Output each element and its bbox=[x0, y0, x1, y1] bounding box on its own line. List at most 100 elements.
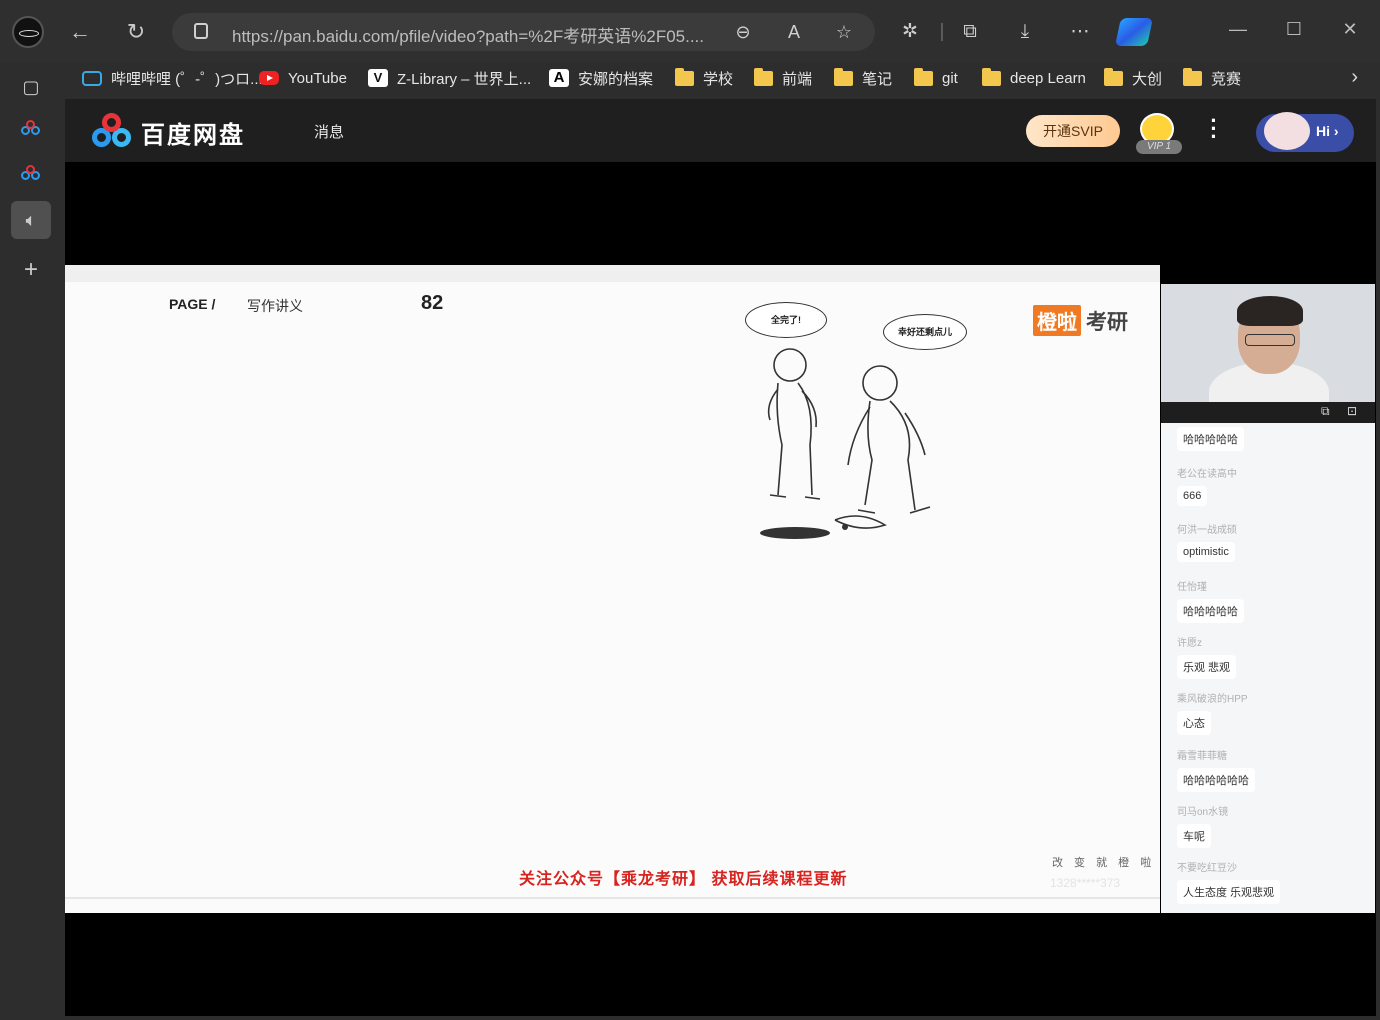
bookmark-folder-school[interactable]: 学校 bbox=[675, 66, 733, 90]
chat-username: 不要吃红豆沙 bbox=[1177, 863, 1237, 874]
bookmark-annas-archive[interactable]: A 安娜的档案 bbox=[549, 66, 653, 90]
bookmark-label: Z-Library – 世界上... bbox=[397, 70, 532, 88]
chat-username: 老公在读高中 bbox=[1177, 469, 1237, 480]
chat-message: 乘风破浪的HPP 心态 bbox=[1177, 690, 1248, 735]
back-icon[interactable]: ← bbox=[66, 18, 94, 46]
slide-section-title: 写作讲义 bbox=[247, 298, 303, 314]
messages-link[interactable]: 消息 bbox=[314, 121, 344, 142]
profile-avatar[interactable] bbox=[12, 16, 44, 48]
bookmark-folder-dachuang[interactable]: 大创 bbox=[1104, 66, 1162, 90]
webcam-toolbar: ⧉ ⊡ bbox=[1161, 402, 1375, 423]
chevron-right-icon[interactable]: › bbox=[1351, 66, 1358, 89]
folder-icon bbox=[834, 67, 853, 86]
folder-icon bbox=[675, 67, 694, 86]
hi-assistant-button[interactable]: Hi › bbox=[1256, 112, 1354, 152]
zlibrary-icon: V bbox=[368, 69, 388, 87]
slide-corner-slogan: 改 变 就 橙 啦 bbox=[1052, 857, 1156, 869]
baidu-header: 百度网盘 消息 开通SVIP VIP 1 · · · Hi › bbox=[65, 99, 1376, 162]
folder-icon bbox=[754, 67, 773, 86]
folder-icon bbox=[914, 67, 933, 86]
refresh-icon[interactable]: ↻ bbox=[122, 18, 150, 46]
chat-text: 车呢 bbox=[1177, 824, 1211, 848]
popout-icon[interactable]: ⊡ bbox=[1347, 404, 1357, 418]
bookmark-label: 学校 bbox=[703, 70, 734, 88]
bookmark-bilibili[interactable]: 哔哩哔哩 (゜-゜)つロ... bbox=[82, 66, 263, 90]
brand-mark: 橙啦 bbox=[1033, 305, 1081, 336]
vip-level-badge: VIP 1 bbox=[1136, 140, 1182, 154]
download-icon[interactable]: ⤓ bbox=[1013, 20, 1037, 44]
cam-corner-toggle[interactable] bbox=[1161, 265, 1181, 284]
promo-banner: 关注公众号【乘龙考研】 获取后续课程更新 bbox=[519, 871, 848, 888]
chat-username: 何洪一战成硕 bbox=[1177, 525, 1237, 536]
bookmark-youtube[interactable]: YouTube bbox=[259, 66, 347, 90]
bookmark-folder-notes[interactable]: 笔记 bbox=[834, 66, 892, 90]
chat-text: 哈哈哈哈哈哈 bbox=[1177, 768, 1255, 792]
url-text[interactable]: https://pan.baidu.com/pfile/video?path=%… bbox=[232, 22, 722, 47]
baidu-pan-page: 百度网盘 消息 开通SVIP VIP 1 · · · Hi › PAGE / 写作讲… bbox=[65, 99, 1376, 1016]
baidu-pan-logo-icon[interactable] bbox=[92, 113, 134, 149]
bookmarks-bar: 哔哩哔哩 (゜-゜)つロ... YouTube V Z-Library – 世界… bbox=[62, 62, 1380, 92]
cartoon-illustration: 全完了! 幸好还剩点儿 bbox=[720, 295, 970, 545]
chat-panel: 哈哈哈哈哈 老公在读高中 666 何洪一战成硕 optimistic 任怡瑾 哈… bbox=[1161, 423, 1375, 913]
favorite-star-icon[interactable]: ☆ bbox=[833, 21, 855, 43]
chat-message: 何洪一战成硕 optimistic bbox=[1177, 521, 1237, 562]
chat-text: 心态 bbox=[1177, 711, 1211, 735]
bookmark-zlibrary[interactable]: V Z-Library – 世界上... bbox=[368, 66, 531, 90]
chat-username: 许愿z bbox=[1177, 638, 1202, 649]
read-aloud-icon[interactable]: A bbox=[783, 21, 805, 43]
bookmark-folder-deep-learn[interactable]: deep Learn bbox=[982, 66, 1086, 90]
bilibili-icon bbox=[82, 70, 102, 86]
chat-username: 任怡瑾 bbox=[1177, 582, 1207, 593]
sidebar-tab-baidu-1[interactable] bbox=[11, 111, 51, 149]
bookmark-label: deep Learn bbox=[1010, 69, 1086, 87]
address-bar[interactable]: https://pan.baidu.com/pfile/video?path=%… bbox=[172, 13, 875, 51]
new-tab-plus-icon[interactable]: + bbox=[11, 251, 51, 289]
collections-icon[interactable]: ⧉ bbox=[958, 20, 982, 44]
tab-actions-icon[interactable]: ▢ bbox=[11, 68, 51, 106]
close-button[interactable]: ✕ bbox=[1330, 14, 1370, 44]
bookmark-folder-frontend[interactable]: 前端 bbox=[754, 66, 812, 90]
folder-icon bbox=[1104, 67, 1123, 86]
copilot-icon[interactable] bbox=[1115, 18, 1153, 46]
minimize-button[interactable]: — bbox=[1218, 14, 1258, 44]
chat-message: 霜雪菲菲糖 哈哈哈哈哈哈 bbox=[1177, 747, 1255, 792]
slide-watermark-number: 1328*****373 bbox=[1050, 876, 1121, 890]
youtube-icon bbox=[259, 71, 279, 85]
annas-archive-icon: A bbox=[549, 69, 569, 87]
sidebar-tab-baidu-2[interactable] bbox=[11, 156, 51, 194]
teacher-glasses bbox=[1245, 334, 1295, 346]
extensions-icon[interactable]: ✲ bbox=[898, 20, 922, 44]
bookmark-folder-git[interactable]: git bbox=[914, 66, 958, 90]
speaker-icon: 🔈︎ bbox=[25, 210, 37, 230]
chat-text: optimistic bbox=[1177, 542, 1235, 562]
slide-top-band bbox=[65, 265, 1160, 282]
chat-text: 人生态度 乐观悲观 bbox=[1177, 880, 1281, 904]
bookmark-label: 前端 bbox=[782, 70, 813, 88]
maximize-button[interactable]: ☐ bbox=[1274, 14, 1314, 44]
toolbar-divider: | bbox=[939, 21, 945, 42]
chengla-brand-logo: 橙啦 考研 bbox=[1033, 305, 1128, 336]
more-vertical-icon[interactable]: · · · bbox=[1207, 110, 1221, 148]
bookmark-label: 安娜的档案 bbox=[578, 70, 654, 88]
folder-icon bbox=[1183, 67, 1202, 86]
baidu-pan-title[interactable]: 百度网盘 bbox=[141, 115, 245, 150]
baidu-pan-icon bbox=[21, 165, 41, 183]
browser-window: ← ↻ https://pan.baidu.com/pfile/video?pa… bbox=[0, 0, 1380, 1020]
lock-icon bbox=[194, 23, 208, 39]
more-menu-icon[interactable]: ⋯ bbox=[1068, 20, 1092, 44]
teacher-hair bbox=[1237, 296, 1303, 326]
bookmark-label: 笔记 bbox=[862, 70, 893, 88]
sidebar-tab-audio[interactable]: 🔈︎ bbox=[11, 201, 51, 239]
video-slide[interactable]: PAGE / 写作讲义 82 橙啦 考研 全完了! 幸好还剩点儿 关注公众号【乘… bbox=[65, 265, 1160, 913]
chat-username: 乘风破浪的HPP bbox=[1177, 694, 1248, 705]
hi-label: Hi › bbox=[1316, 123, 1339, 139]
chat-text: 哈哈哈哈哈 bbox=[1177, 427, 1244, 451]
open-svip-button[interactable]: 开通SVIP bbox=[1026, 115, 1120, 147]
chat-text: 乐观 悲观 bbox=[1177, 655, 1237, 679]
bookmark-folder-contest[interactable]: 竞赛 bbox=[1183, 66, 1241, 90]
chat-message: 哈哈哈哈哈 bbox=[1177, 427, 1244, 451]
zoom-icon[interactable]: ⊖ bbox=[732, 21, 754, 43]
bookmark-label: YouTube bbox=[288, 69, 347, 87]
slide-bottom-line bbox=[65, 897, 1160, 899]
swap-view-icon[interactable]: ⧉ bbox=[1321, 404, 1330, 419]
